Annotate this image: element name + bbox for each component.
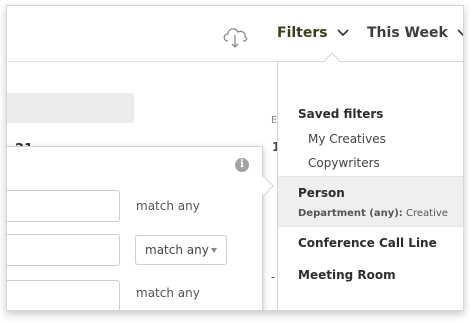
cloud-download-icon[interactable] (221, 23, 249, 49)
filter-item-detail: Department (any): Creative (298, 208, 448, 219)
match-mode-select[interactable]: match any (135, 235, 227, 265)
filter-value-input[interactable] (7, 280, 120, 310)
filter-item-title: Person (298, 186, 345, 200)
filters-label: Filters (277, 25, 328, 41)
background-text: - (271, 270, 276, 284)
date-range-label: This Week (367, 25, 448, 41)
saved-filter-item[interactable]: Copywriters (308, 156, 380, 170)
filter-detail-key: Department (any): (298, 208, 403, 219)
filter-value-input[interactable] (7, 234, 120, 266)
saved-filters-heading: Saved filters (298, 107, 384, 121)
match-mode-select-value: match any (145, 243, 209, 257)
filter-editor-panel: i match any match any match any (7, 146, 274, 310)
app-window: Filters This Week E 1 - 21 i match any m… (6, 5, 464, 311)
chevron-down-icon (336, 29, 349, 37)
filter-item-person[interactable]: Person Department (any): Creative (278, 176, 463, 227)
chevron-down-icon (457, 29, 463, 37)
filter-item-conference-call-line[interactable]: Conference Call Line (298, 236, 437, 250)
saved-filter-item[interactable]: My Creatives (308, 132, 386, 146)
background-bar (7, 93, 134, 123)
filter-detail-value: Creative (406, 208, 448, 219)
match-mode-label: match any (136, 199, 200, 213)
filter-item-meeting-room[interactable]: Meeting Room (298, 268, 396, 282)
caret-down-icon (211, 248, 217, 253)
filters-button[interactable]: Filters (277, 25, 349, 41)
filters-dropdown: Saved filters My Creatives Copywriters P… (277, 52, 463, 310)
info-icon[interactable]: i (235, 158, 249, 172)
top-bar: Filters This Week (7, 6, 463, 62)
date-range-button[interactable]: This Week (367, 25, 463, 41)
panel-pointer (254, 176, 274, 196)
match-mode-label: match any (136, 286, 200, 300)
filter-value-input[interactable] (7, 190, 120, 222)
